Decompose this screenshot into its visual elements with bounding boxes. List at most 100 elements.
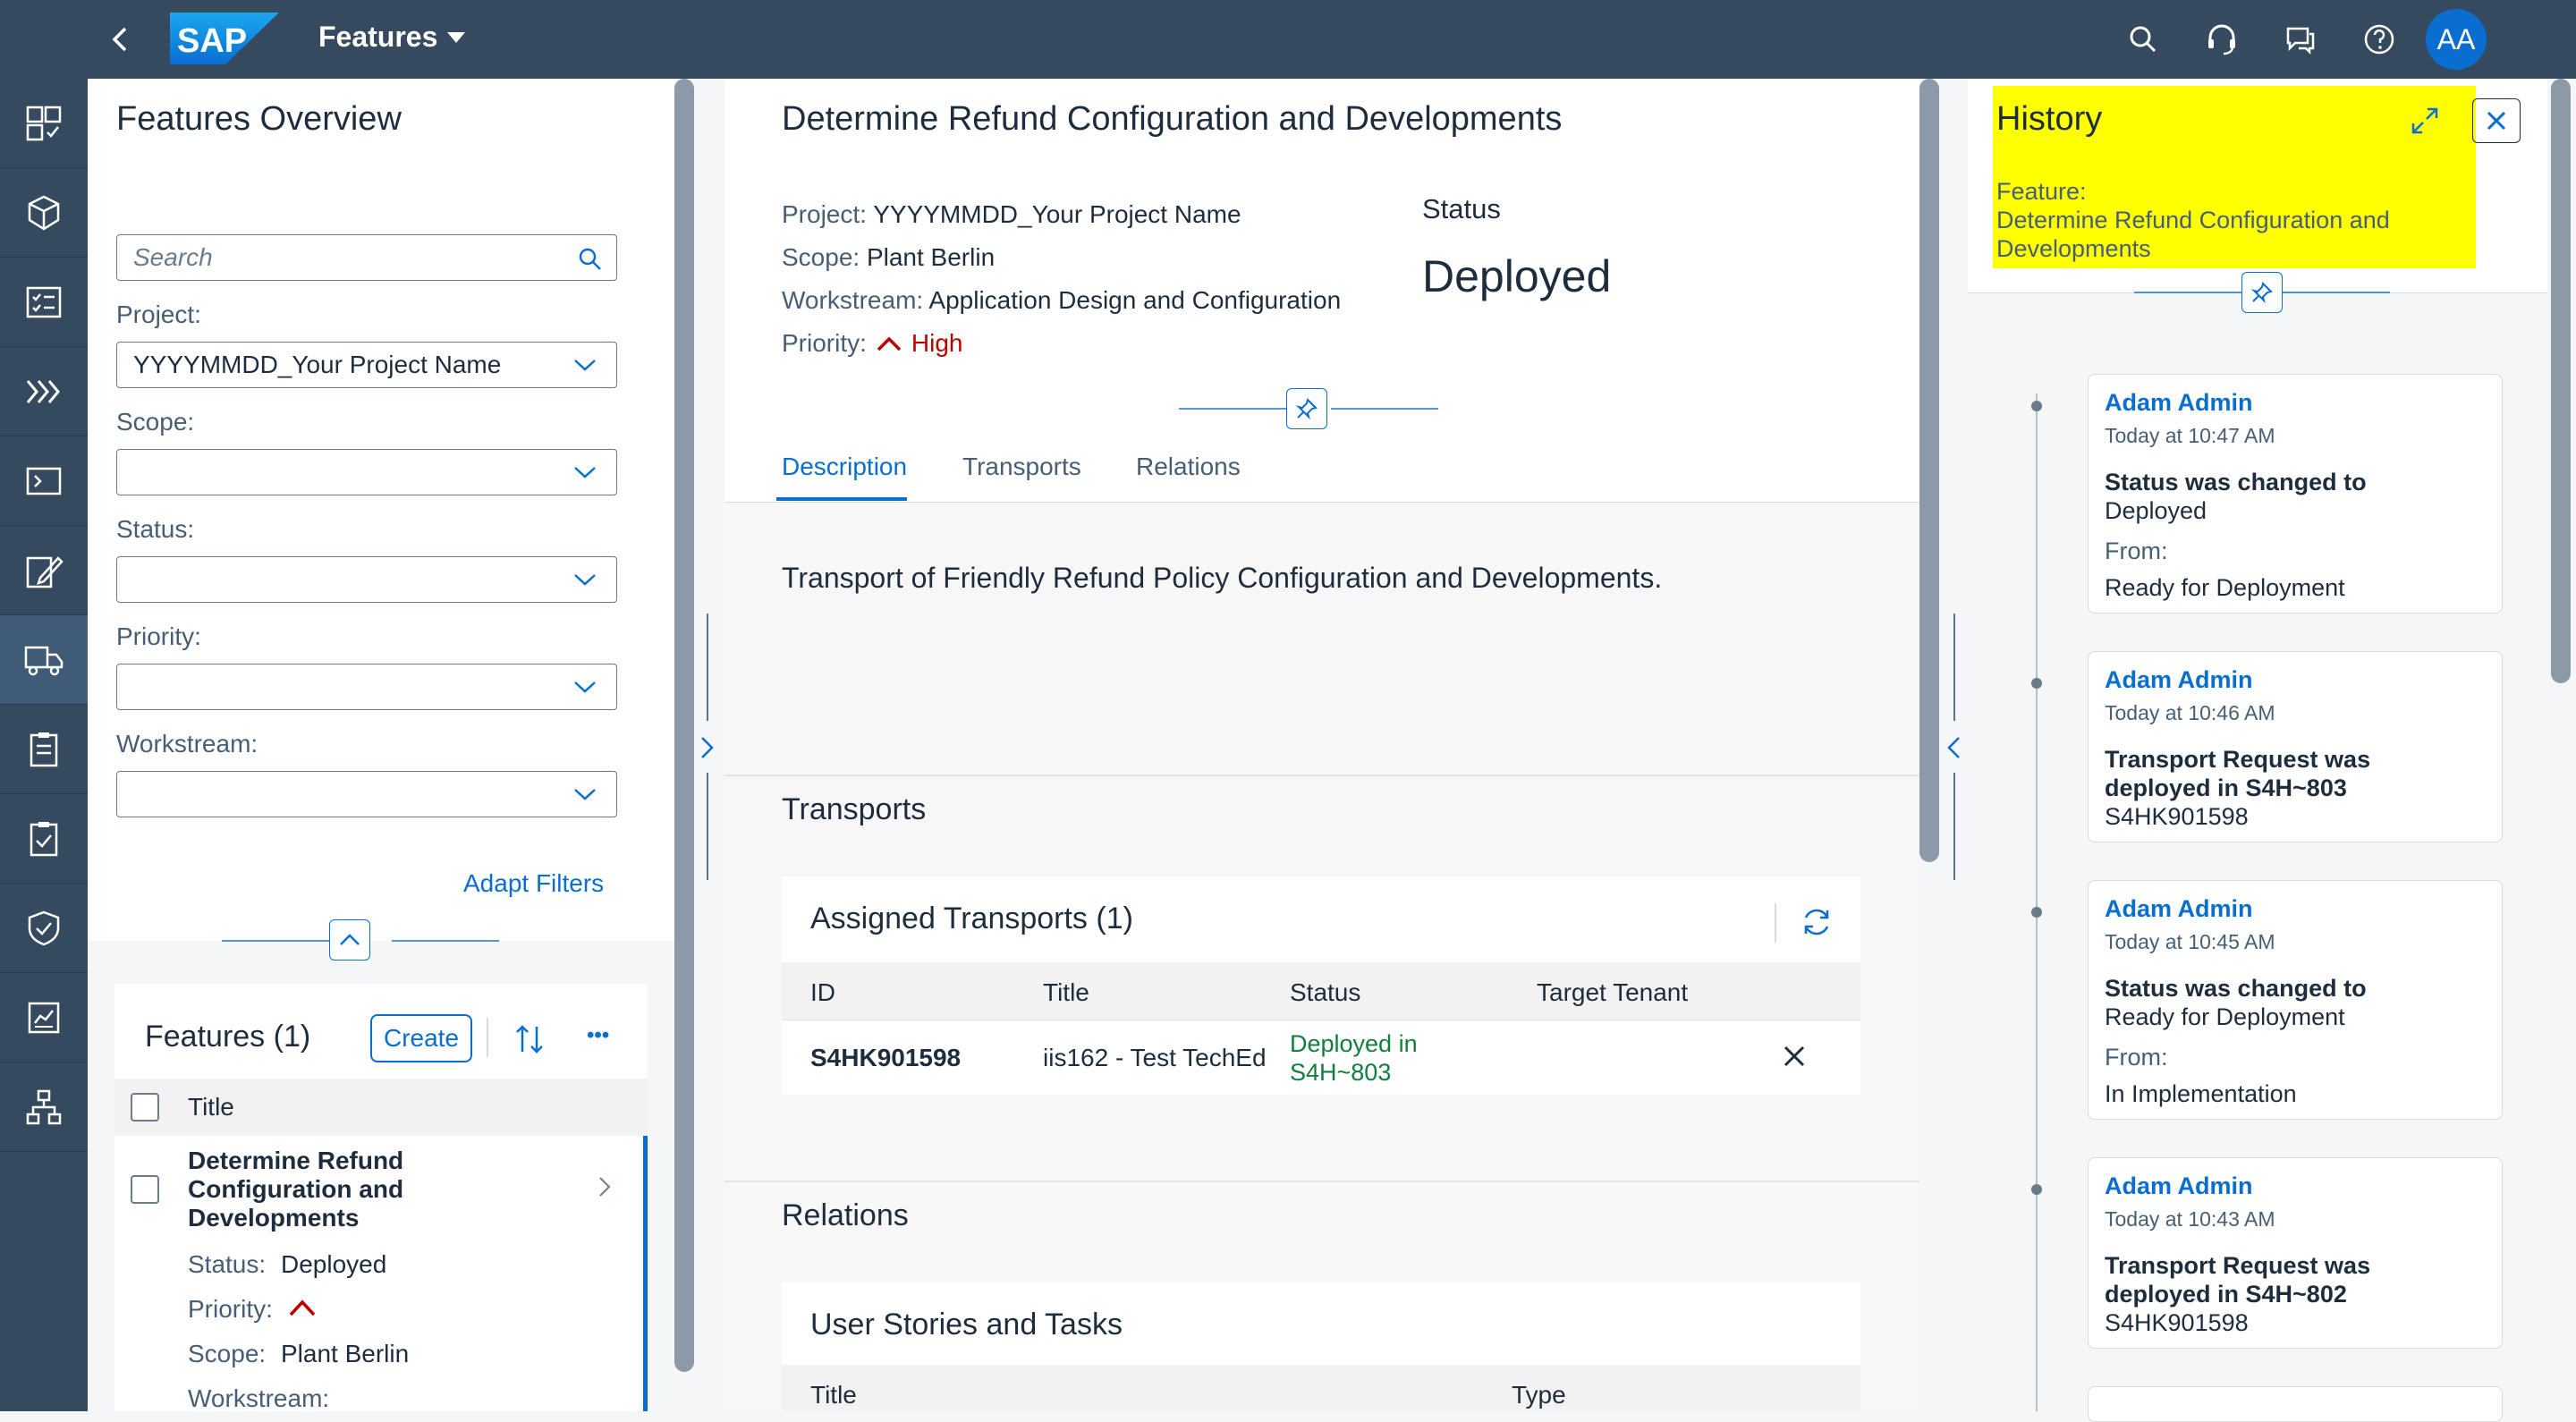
priority-attr: Priority: High bbox=[782, 322, 1341, 365]
attr-value: Application Design and Configuration bbox=[928, 286, 1342, 314]
caret-down-icon[interactable] bbox=[447, 32, 465, 45]
feature-value: Determine Refund Configuration and bbox=[1996, 207, 2390, 233]
status-line: Deployed in bbox=[1290, 1030, 1418, 1057]
entry-value: S4HK901598 bbox=[2105, 803, 2249, 830]
history-feature: Feature: Determine Refund Configuration … bbox=[1996, 177, 2390, 263]
row-scope-value: Plant Berlin bbox=[281, 1340, 410, 1367]
pin-header-button[interactable] bbox=[1286, 388, 1327, 429]
entry-action-line: Transport Request was bbox=[2105, 746, 2371, 773]
overview-icon[interactable] bbox=[0, 79, 88, 168]
table-row[interactable]: S4HK901598 iis162 - Test TechEd Deployed… bbox=[782, 1020, 1860, 1093]
user-stories-title: User Stories and Tasks bbox=[810, 1308, 1123, 1342]
search-input[interactable]: Search bbox=[116, 234, 617, 281]
left-scrollbar[interactable] bbox=[674, 79, 694, 1372]
checklist-icon[interactable] bbox=[0, 258, 88, 347]
priority-value: High bbox=[911, 329, 963, 357]
create-button[interactable]: Create bbox=[370, 1014, 472, 1062]
entry-time: Today at 10:43 AM bbox=[2105, 1207, 2275, 1231]
search-icon[interactable] bbox=[2125, 21, 2161, 57]
column-title: Title bbox=[1043, 978, 1089, 1006]
headset-icon[interactable] bbox=[2204, 21, 2240, 57]
page-title: Features Overview bbox=[116, 100, 402, 138]
chevron-down-icon bbox=[573, 571, 597, 588]
project-attr: Project: YYYYMMDD_Your Project Name bbox=[782, 193, 1341, 236]
avatar[interactable]: AA bbox=[2426, 9, 2487, 70]
entry-time: Today at 10:47 AM bbox=[2105, 424, 2275, 447]
report-icon[interactable] bbox=[0, 973, 88, 1062]
pin-header-button[interactable] bbox=[2241, 272, 2283, 313]
more-button[interactable]: ••• bbox=[587, 1023, 609, 1048]
package-icon[interactable] bbox=[0, 168, 88, 258]
column-status: Status bbox=[1290, 978, 1361, 1006]
chevron-down-icon bbox=[573, 357, 597, 373]
priority-select[interactable] bbox=[116, 664, 617, 710]
expand-right-icon[interactable] bbox=[699, 735, 716, 760]
help-icon[interactable] bbox=[2361, 21, 2397, 57]
collapse-line-right bbox=[392, 940, 499, 942]
entry-action: Transport Request was deployed in S4H~80… bbox=[2105, 745, 2486, 802]
pin-line-left bbox=[2134, 292, 2241, 293]
priority-high-icon bbox=[288, 1297, 317, 1318]
terminal-icon[interactable] bbox=[0, 436, 88, 526]
entry-value: Deployed bbox=[2105, 497, 2207, 524]
detail-title: Determine Refund Configuration and Devel… bbox=[782, 100, 1563, 138]
entry-from-value: In Implementation bbox=[2105, 1080, 2297, 1107]
attr-value: YYYYMMDD_Your Project Name bbox=[873, 200, 1241, 228]
tab-transports[interactable]: Transports bbox=[962, 453, 1081, 481]
svg-text:SAP: SAP bbox=[177, 22, 247, 60]
tab-description[interactable]: Description bbox=[782, 453, 907, 481]
row-checkbox[interactable] bbox=[131, 1175, 159, 1204]
column-id: ID bbox=[810, 978, 835, 1006]
adapt-filters-link[interactable]: Adapt Filters bbox=[463, 869, 604, 898]
entry-action-line: Transport Request was bbox=[2105, 1252, 2371, 1279]
close-icon bbox=[2487, 111, 2506, 131]
attr-label: Workstream: bbox=[782, 286, 924, 314]
transport-title: iis162 - Test TechEd bbox=[1043, 1044, 1267, 1071]
entry-author[interactable]: Adam Admin bbox=[2105, 895, 2486, 923]
workstream-select[interactable] bbox=[116, 771, 617, 817]
collapse-header-button[interactable] bbox=[329, 919, 370, 961]
refresh-icon[interactable] bbox=[1800, 905, 1834, 939]
project-select[interactable]: YYYYMMDD_Your Project Name bbox=[116, 342, 617, 388]
entry-author[interactable]: Adam Admin bbox=[2105, 389, 2486, 417]
close-button[interactable] bbox=[2472, 98, 2521, 143]
truck-icon[interactable] bbox=[0, 615, 88, 705]
pin-line-right bbox=[2283, 292, 2390, 293]
attributes: Project: YYYYMMDD_Your Project Name Scop… bbox=[782, 193, 1341, 365]
entry-author[interactable]: Adam Admin bbox=[2105, 666, 2486, 694]
entry-from-label: From: bbox=[2105, 537, 2168, 564]
status-value: Deployed bbox=[1422, 251, 1612, 301]
chevrons-icon[interactable] bbox=[0, 347, 88, 436]
entry-author[interactable]: Adam Admin bbox=[2105, 1172, 2486, 1200]
chevron-down-icon bbox=[573, 786, 597, 802]
history-entry: Adam Admin Today at 10:47 AM Status was … bbox=[2088, 374, 2503, 614]
search-icon[interactable] bbox=[577, 246, 602, 271]
feedback-icon[interactable] bbox=[2283, 21, 2318, 57]
attr-label: Priority: bbox=[782, 329, 867, 357]
pin-line-right bbox=[1331, 408, 1438, 410]
status-label: Status: bbox=[116, 515, 195, 543]
sort-icon[interactable] bbox=[513, 1023, 546, 1055]
status-select[interactable] bbox=[116, 556, 617, 603]
scope-select[interactable] bbox=[116, 449, 617, 495]
entry-from-label: From: bbox=[2105, 1044, 2168, 1071]
right-scrollbar[interactable] bbox=[2551, 79, 2571, 683]
stories-table-header: Title Type bbox=[782, 1365, 1860, 1411]
middle-scrollbar[interactable] bbox=[1919, 79, 1939, 862]
app-title[interactable]: Features bbox=[318, 21, 437, 54]
select-all-checkbox[interactable] bbox=[131, 1093, 159, 1122]
shield-icon[interactable] bbox=[0, 884, 88, 973]
clipboard-check-icon[interactable] bbox=[0, 794, 88, 884]
splitter-line bbox=[1953, 614, 1955, 721]
tab-relations[interactable]: Relations bbox=[1136, 453, 1241, 481]
clipboard-icon[interactable] bbox=[0, 705, 88, 794]
hierarchy-icon[interactable] bbox=[0, 1062, 88, 1152]
edit-icon[interactable] bbox=[0, 526, 88, 615]
collapse-left-icon[interactable] bbox=[1946, 735, 1962, 760]
attr-label: Project: bbox=[782, 200, 867, 228]
back-icon[interactable] bbox=[106, 23, 138, 55]
delete-icon[interactable] bbox=[1782, 1044, 1807, 1069]
features-list-title: Features (1) bbox=[145, 1020, 311, 1054]
table-row[interactable]: Determine Refund Configuration and Devel… bbox=[114, 1136, 648, 1412]
fullscreen-icon[interactable] bbox=[2410, 106, 2440, 136]
